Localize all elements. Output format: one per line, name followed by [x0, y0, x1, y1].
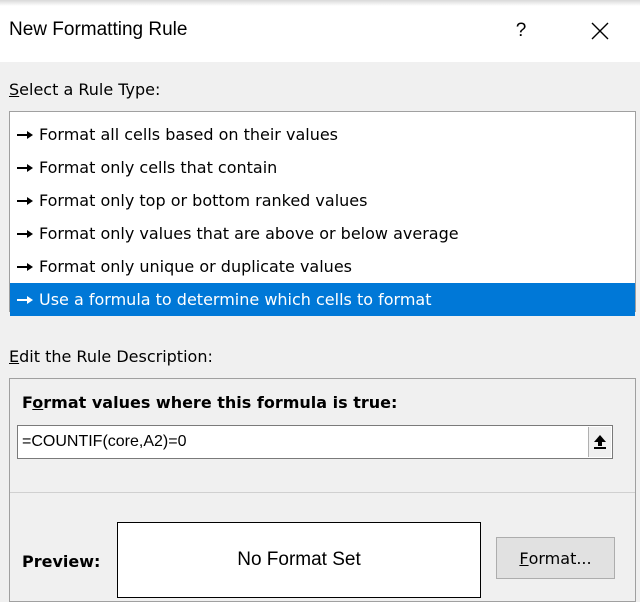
window-edge: [0, 0, 640, 6]
arrow-bullet-icon: [17, 262, 33, 271]
rule-item-label: Use a formula to determine which cells t…: [39, 290, 432, 309]
description-accel: E: [9, 347, 20, 366]
format-button-accel: F: [519, 548, 529, 568]
rule-item-cells-contain[interactable]: Format only cells that contain: [10, 151, 635, 184]
description-label: Edit the Rule Description:: [9, 347, 213, 366]
rule-type-accel: S: [9, 80, 20, 99]
arrow-bullet-icon: [17, 130, 33, 139]
rule-item-label: Format only top or bottom ranked values: [39, 191, 368, 210]
description-label-text: dit the Rule Description:: [19, 347, 213, 366]
formula-label-pre: F: [22, 393, 33, 412]
format-button-label: ormat...: [528, 548, 592, 568]
arrow-bullet-icon: [17, 229, 33, 238]
dialog-title: New Formatting Rule: [9, 19, 188, 40]
arrow-bullet-icon: [17, 295, 33, 304]
formula-input[interactable]: [17, 425, 613, 459]
rule-item-use-formula[interactable]: Use a formula to determine which cells t…: [10, 283, 635, 316]
close-icon: [591, 22, 609, 40]
rule-item-label: Format only values that are above or bel…: [39, 224, 459, 243]
help-button[interactable]: ?: [498, 8, 544, 54]
rule-type-list[interactable]: Format all cells based on their values F…: [9, 111, 636, 316]
rule-item-label: Format only cells that contain: [39, 158, 278, 177]
format-button[interactable]: Format...: [496, 537, 615, 579]
collapse-dialog-icon: [594, 435, 606, 449]
rule-item-all-cells[interactable]: Format all cells based on their values: [10, 118, 635, 151]
rule-type-label: Select a Rule Type:: [9, 80, 160, 99]
formula-label: Format values where this formula is true…: [22, 393, 397, 412]
arrow-bullet-icon: [17, 163, 33, 172]
close-button[interactable]: [575, 8, 625, 54]
divider: [10, 492, 635, 493]
rule-item-unique-duplicate[interactable]: Format only unique or duplicate values: [10, 250, 635, 283]
collapse-dialog-button[interactable]: [588, 427, 611, 457]
rule-type-label-text: elect a Rule Type:: [19, 80, 161, 99]
rule-item-top-bottom[interactable]: Format only top or bottom ranked values: [10, 184, 635, 217]
rule-item-label: Format only unique or duplicate values: [39, 257, 352, 276]
arrow-bullet-icon: [17, 196, 33, 205]
rule-item-above-below-average[interactable]: Format only values that are above or bel…: [10, 217, 635, 250]
formula-label-text: rmat values where this formula is true:: [43, 393, 398, 412]
preview-text: No Format Set: [237, 549, 361, 570]
preview-box: No Format Set: [117, 522, 481, 598]
formula-label-accel: o: [32, 393, 44, 412]
rule-item-label: Format all cells based on their values: [39, 125, 339, 144]
preview-label: Preview:: [22, 552, 101, 571]
